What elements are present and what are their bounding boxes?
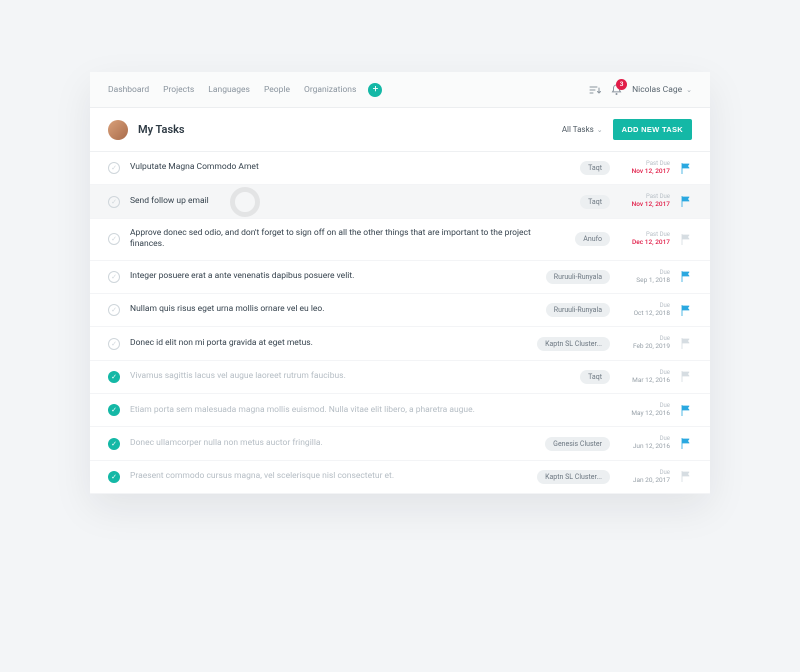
task-checkbox[interactable] [108, 371, 120, 383]
flag-icon[interactable] [680, 271, 692, 282]
flag-icon[interactable] [680, 371, 692, 382]
add-button[interactable]: + [368, 83, 382, 97]
task-date: DueOct 12, 2018 [620, 303, 670, 317]
task-date: Past DueNov 12, 2017 [620, 194, 670, 208]
task-title: Send follow up email [130, 196, 570, 207]
task-date: DueSep 1, 2018 [620, 270, 670, 284]
notification-badge: 3 [616, 79, 627, 90]
task-tag[interactable]: Taqt [580, 195, 610, 209]
task-row[interactable]: Nullam quis risus eget urna mollis ornar… [90, 294, 710, 327]
task-checkbox[interactable] [108, 338, 120, 350]
flag-icon[interactable] [680, 196, 692, 207]
task-tag[interactable]: Genesis Cluster [545, 437, 610, 451]
task-title: Approve donec sed odio, and don't forget… [130, 228, 565, 251]
task-checkbox[interactable] [108, 471, 120, 483]
flag-icon[interactable] [680, 438, 692, 449]
task-checkbox[interactable] [108, 196, 120, 208]
task-title: Donec id elit non mi porta gravida at eg… [130, 338, 527, 349]
topbar-right: 3 Nicolas Cage ⌄ [589, 84, 692, 96]
task-checkbox[interactable] [108, 404, 120, 416]
task-row[interactable]: Donec id elit non mi porta gravida at eg… [90, 327, 710, 360]
add-new-task-button[interactable]: ADD NEW TASK [613, 119, 692, 140]
task-tag[interactable]: Taqt [580, 370, 610, 384]
task-row[interactable]: Integer posuere erat a ante venenatis da… [90, 261, 710, 294]
task-date: DueMay 12, 2016 [620, 403, 670, 417]
page-header: My Tasks All Tasks ⌄ ADD NEW TASK [90, 108, 710, 152]
nav-dashboard[interactable]: Dashboard [108, 85, 149, 95]
task-title: Donec ullamcorper nulla non metus auctor… [130, 438, 535, 449]
task-row[interactable]: Vivamus sagittis lacus vel augue laoreet… [90, 361, 710, 394]
filter-label: All Tasks [562, 125, 594, 134]
task-tag[interactable]: Kaptn SL Cluster... [537, 337, 610, 351]
task-row[interactable]: Donec ullamcorper nulla non metus auctor… [90, 427, 710, 460]
task-tag[interactable]: Anufo [575, 232, 610, 246]
nav: Dashboard Projects Languages People Orga… [108, 85, 356, 95]
flag-icon[interactable] [680, 305, 692, 316]
page-title: My Tasks [138, 123, 185, 136]
nav-projects[interactable]: Projects [163, 85, 194, 95]
flag-icon[interactable] [680, 163, 692, 174]
app-card: Dashboard Projects Languages People Orga… [90, 72, 710, 494]
task-title: Etiam porta sem malesuada magna mollis e… [130, 405, 610, 416]
task-date: DueJan 20, 2017 [620, 470, 670, 484]
flag-icon[interactable] [680, 471, 692, 482]
task-title: Nullam quis risus eget urna mollis ornar… [130, 304, 536, 315]
task-checkbox[interactable] [108, 162, 120, 174]
task-tag[interactable]: Ruruuli-Runyala [546, 270, 610, 284]
avatar[interactable] [108, 120, 128, 140]
filter-dropdown[interactable]: All Tasks ⌄ [562, 125, 603, 134]
task-date: DueMar 12, 2016 [620, 370, 670, 384]
chevron-down-icon: ⌄ [597, 126, 603, 134]
task-date: DueJun 12, 2016 [620, 436, 670, 450]
task-date: DueFeb 20, 2019 [620, 336, 670, 350]
task-title: Integer posuere erat a ante venenatis da… [130, 271, 536, 282]
topbar: Dashboard Projects Languages People Orga… [90, 72, 710, 108]
nav-languages[interactable]: Languages [208, 85, 250, 95]
task-title: Vivamus sagittis lacus vel augue laoreet… [130, 371, 570, 382]
nav-people[interactable]: People [264, 85, 290, 95]
cursor-ripple [230, 187, 260, 217]
task-tag[interactable]: Taqt [580, 161, 610, 175]
task-checkbox[interactable] [108, 438, 120, 450]
task-checkbox[interactable] [108, 271, 120, 283]
notifications-bell[interactable]: 3 [611, 84, 622, 96]
task-row[interactable]: Vulputate Magna Commodo Amet Taqt Past Due… [90, 152, 710, 185]
task-row[interactable]: Praesent commodo cursus magna, vel scele… [90, 461, 710, 494]
task-tag[interactable]: Ruruuli-Runyala [546, 303, 610, 317]
task-row[interactable]: Etiam porta sem malesuada magna mollis e… [90, 394, 710, 427]
flag-icon[interactable] [680, 405, 692, 416]
user-menu[interactable]: Nicolas Cage ⌄ [632, 85, 692, 95]
task-row[interactable]: Approve donec sed odio, and don't forget… [90, 219, 710, 261]
task-title: Vulputate Magna Commodo Amet [130, 162, 570, 173]
task-list: Vulputate Magna Commodo Amet Taqt Past Due… [90, 152, 710, 494]
task-tag[interactable]: Kaptn SL Cluster... [537, 470, 610, 484]
flag-icon[interactable] [680, 338, 692, 349]
user-name: Nicolas Cage [632, 85, 682, 95]
task-title: Praesent commodo cursus magna, vel scele… [130, 471, 527, 482]
nav-organizations[interactable]: Organizations [304, 85, 356, 95]
task-checkbox[interactable] [108, 233, 120, 245]
task-row[interactable]: Send follow up email Taqt Past DueNov 12, … [90, 185, 710, 218]
chevron-down-icon: ⌄ [686, 86, 692, 94]
flag-icon[interactable] [680, 234, 692, 245]
task-checkbox[interactable] [108, 304, 120, 316]
task-date: Past DueDec 12, 2017 [620, 232, 670, 246]
sort-icon[interactable] [589, 85, 601, 95]
task-date: Past DueNov 12, 2017 [620, 161, 670, 175]
